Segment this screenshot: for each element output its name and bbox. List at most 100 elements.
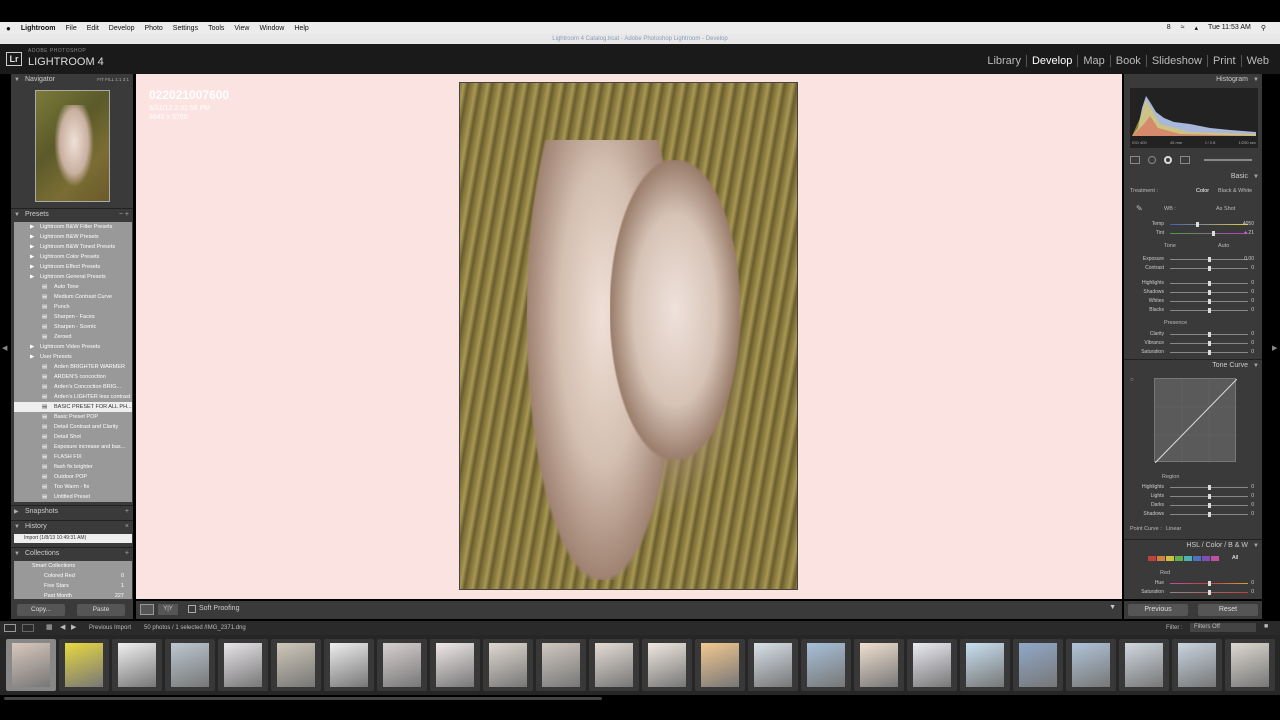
- filmstrip-thumbnail[interactable]: [801, 639, 851, 691]
- filmstrip-source[interactable]: Previous Import: [89, 625, 131, 631]
- preset-item[interactable]: ▤ Arden BRIGHTER WARMER: [14, 362, 132, 372]
- slider-knob[interactable]: [1208, 512, 1211, 517]
- add-snapshot-icon[interactable]: +: [125, 506, 129, 518]
- slider-knob[interactable]: [1208, 332, 1211, 337]
- status-indicator[interactable]: 8: [1167, 24, 1171, 32]
- preset-item[interactable]: ▤ BASIC PRESET FOR ALL PH...: [14, 402, 132, 412]
- main-window-icon[interactable]: [4, 624, 16, 632]
- slider-knob[interactable]: [1208, 485, 1211, 490]
- preset-folder[interactable]: ▶ Lightroom Video Presets: [14, 342, 132, 352]
- white-balance-eyedropper-icon[interactable]: ✎: [1136, 204, 1143, 213]
- basic-header[interactable]: Basic ▼: [1124, 171, 1262, 183]
- forward-arrow-icon[interactable]: ▶: [71, 623, 76, 631]
- slider-clarity[interactable]: Clarity 0: [1130, 330, 1260, 339]
- apple-icon[interactable]: ●: [6, 24, 11, 33]
- preset-item[interactable]: ▤ Too Warm - fix: [14, 482, 132, 492]
- graduated-filter-icon[interactable]: [1180, 156, 1190, 164]
- menu-develop[interactable]: Develop: [109, 25, 135, 32]
- swatch-aqua[interactable]: [1184, 556, 1192, 561]
- filmstrip-thumbnail[interactable]: [483, 639, 533, 691]
- swatch-orange[interactable]: [1157, 556, 1165, 561]
- preset-folder[interactable]: ▶ Lightroom B&W Presets: [14, 232, 132, 242]
- collection-item[interactable]: Smart Collections: [14, 561, 132, 571]
- collection-item[interactable]: Past Month 227: [14, 591, 132, 601]
- treatment-bw[interactable]: Black & White: [1218, 188, 1252, 194]
- preset-item[interactable]: ▤ Exposure increase and bas...: [14, 442, 132, 452]
- menu-window[interactable]: Window: [259, 25, 284, 32]
- filmstrip-scrollbar[interactable]: [4, 697, 602, 700]
- reset-button[interactable]: Reset: [1198, 604, 1258, 616]
- presets-header[interactable]: ▼ Presets − +: [11, 208, 133, 220]
- hsl-hue-slider[interactable]: Hue 0: [1130, 579, 1260, 588]
- collections-header[interactable]: ▼ Collections +: [11, 547, 133, 559]
- preset-item[interactable]: ▤ Arden's Concoction BRIG...: [14, 382, 132, 392]
- slider-saturation[interactable]: Saturation 0: [1130, 348, 1260, 357]
- collection-item[interactable]: Five Stars 1: [14, 581, 132, 591]
- tone-curve-graph[interactable]: [1154, 378, 1238, 464]
- slider-knob[interactable]: [1208, 308, 1211, 313]
- history-entry[interactable]: Import (1/8/13 10:49:31 AM): [14, 534, 132, 543]
- curve-slider-highlights[interactable]: Highlights 0: [1130, 483, 1260, 492]
- back-arrow-icon[interactable]: ◀: [60, 623, 65, 631]
- filmstrip-thumbnail[interactable]: [1013, 639, 1063, 691]
- slider-knob[interactable]: [1208, 590, 1211, 595]
- menu-lightroom[interactable]: Lightroom: [21, 25, 56, 32]
- preset-item[interactable]: ▤ Sharpen - Scenic: [14, 322, 132, 332]
- preset-item[interactable]: ▤ Untitled Preset: [14, 492, 132, 502]
- filmstrip-thumbnail[interactable]: [218, 639, 268, 691]
- filmstrip-thumbnail[interactable]: [112, 639, 162, 691]
- slider-knob[interactable]: [1208, 341, 1211, 346]
- menu-tools[interactable]: Tools: [208, 25, 224, 32]
- wb-dropdown[interactable]: As Shot: [1216, 206, 1235, 212]
- previous-button[interactable]: Previous: [1128, 604, 1188, 616]
- filmstrip-thumbnail[interactable]: [854, 639, 904, 691]
- adjustment-brush-slider[interactable]: [1204, 159, 1252, 161]
- before-after-icon[interactable]: Y|Y: [158, 604, 178, 615]
- search-icon[interactable]: ⚲: [1261, 24, 1266, 32]
- filmstrip-thumbnail[interactable]: [589, 639, 639, 691]
- menu-view[interactable]: View: [234, 25, 249, 32]
- preset-folder[interactable]: ▶ User Presets: [14, 352, 132, 362]
- preset-folder[interactable]: ▶ Lightroom Effect Presets: [14, 262, 132, 272]
- curve-slider-shadows[interactable]: Shadows 0: [1130, 510, 1260, 519]
- hsl-saturation-slider[interactable]: Saturation 0: [1130, 588, 1260, 597]
- preset-item[interactable]: ▤ Punch: [14, 302, 132, 312]
- slider-knob[interactable]: [1208, 281, 1211, 286]
- swatch-green[interactable]: [1175, 556, 1183, 561]
- slider-knob[interactable]: [1208, 257, 1211, 262]
- filmstrip-count[interactable]: 50 photos / 1 selected /IMG_2371.dng: [144, 625, 246, 631]
- slider-contrast[interactable]: Contrast 0: [1130, 264, 1260, 273]
- slider-highlights[interactable]: Highlights 0: [1130, 279, 1260, 288]
- slider-vibrance[interactable]: Vibrance 0: [1130, 339, 1260, 348]
- filmstrip-thumbnail[interactable]: [695, 639, 745, 691]
- slider-temp[interactable]: Temp 4050: [1130, 220, 1260, 229]
- tone-curve-header[interactable]: Tone Curve ▼: [1124, 359, 1262, 371]
- module-library[interactable]: Library: [982, 55, 1026, 67]
- module-map[interactable]: Map: [1077, 55, 1109, 67]
- add-preset-icon[interactable]: − +: [119, 209, 129, 221]
- slider-tint[interactable]: Tint + 21: [1130, 229, 1260, 238]
- preset-folder[interactable]: ▶ Lightroom B&W Filter Presets: [14, 222, 132, 232]
- zoom-3-1[interactable]: 3:1: [123, 77, 129, 82]
- preset-item[interactable]: ▤ Detail Contrast and Clarity: [14, 422, 132, 432]
- point-curve-dropdown[interactable]: Linear: [1166, 526, 1181, 532]
- soft-proofing-checkbox[interactable]: [188, 605, 196, 613]
- slider-shadows[interactable]: Shadows 0: [1130, 288, 1260, 297]
- preset-item[interactable]: ▤ Basic Preset POP: [14, 412, 132, 422]
- slider-knob[interactable]: [1208, 581, 1211, 586]
- add-collection-icon[interactable]: +: [125, 548, 129, 560]
- preset-item[interactable]: ▤ Zeroed: [14, 332, 132, 342]
- module-book[interactable]: Book: [1109, 55, 1146, 67]
- preset-item[interactable]: ▤ Detail Shot: [14, 432, 132, 442]
- filmstrip-thumbnail[interactable]: [642, 639, 692, 691]
- slider-knob[interactable]: [1208, 266, 1211, 271]
- loupe-view-icon[interactable]: [140, 604, 154, 615]
- targeted-adjustment-icon[interactable]: ○: [1130, 377, 1134, 383]
- zoom-fill[interactable]: FILL: [105, 77, 114, 82]
- spot-removal-icon[interactable]: [1148, 156, 1156, 164]
- navigator-preview[interactable]: [35, 90, 110, 202]
- left-panel-toggle-icon[interactable]: ◀: [2, 344, 7, 352]
- menu-file[interactable]: File: [65, 25, 76, 32]
- filmstrip-thumbnail[interactable]: [1172, 639, 1222, 691]
- histogram-header[interactable]: Histogram ▼: [1124, 74, 1262, 86]
